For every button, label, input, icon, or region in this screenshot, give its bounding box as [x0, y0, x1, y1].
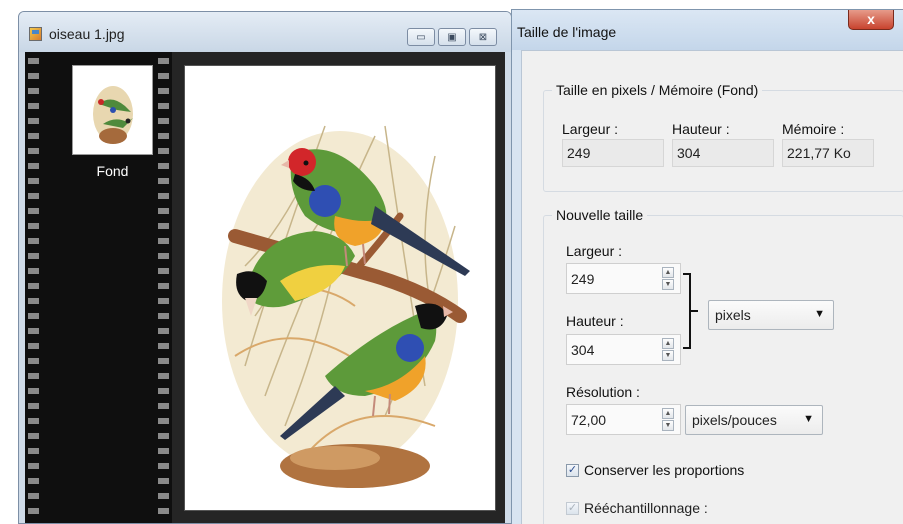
new-size-legend: Nouvelle taille — [552, 207, 648, 223]
current-width-value: 249 — [562, 139, 664, 167]
chevron-down-icon: ▼ — [803, 413, 814, 425]
keep-proportions-checkbox[interactable]: ✓ — [566, 464, 579, 477]
new-width-value: 249 — [571, 271, 595, 287]
resolution-up-arrow-icon[interactable]: ▲ — [662, 408, 674, 419]
image-window-titlebar[interactable]: oiseau 1.jpg ▭ ▣ ⊠ — [19, 12, 511, 52]
resolution-stepper[interactable]: 72,00 ▲ ▼ — [566, 404, 681, 435]
link-bracket — [683, 273, 698, 349]
current-size-group: Taille en pixels / Mémoire (Fond) Largeu… — [543, 82, 903, 192]
image-file-icon — [29, 27, 42, 41]
resolution-down-arrow-icon[interactable]: ▼ — [662, 420, 674, 431]
height-down-arrow-icon[interactable]: ▼ — [662, 350, 674, 361]
height-up-arrow-icon[interactable]: ▲ — [662, 338, 674, 349]
current-size-legend: Taille en pixels / Mémoire (Fond) — [552, 82, 763, 98]
gouldian-finches-illustration — [222, 125, 470, 488]
canvas-area[interactable] — [172, 52, 505, 523]
resolution-unit-value: pixels/pouces — [692, 412, 777, 428]
image-window-title: oiseau 1.jpg — [49, 26, 125, 42]
image-window-client: Fond — [25, 52, 505, 523]
keep-proportions-label[interactable]: Conserver les proportions — [584, 462, 744, 478]
dialog-client: Taille en pixels / Mémoire (Fond) Largeu… — [521, 50, 903, 524]
new-width-stepper[interactable]: 249 ▲ ▼ — [566, 263, 681, 294]
dialog-title: Taille de l'image — [517, 24, 617, 40]
image-canvas[interactable] — [184, 65, 496, 511]
close-window-button[interactable]: ⊠ — [469, 28, 497, 46]
size-unit-value: pixels — [715, 307, 751, 323]
image-window: oiseau 1.jpg ▭ ▣ ⊠ Fond — [18, 11, 512, 524]
width-up-arrow-icon[interactable]: ▲ — [662, 267, 674, 278]
layers-filmstrip: Fond — [25, 52, 172, 523]
new-height-label: Hauteur : — [566, 313, 624, 329]
layer-name-label: Fond — [96, 163, 129, 179]
layer-thumbnail[interactable] — [72, 65, 153, 155]
width-down-arrow-icon[interactable]: ▼ — [662, 279, 674, 290]
current-height-value: 304 — [672, 139, 774, 167]
resolution-value: 72,00 — [571, 412, 607, 428]
resolution-label: Résolution : — [566, 384, 640, 400]
new-height-stepper[interactable]: 304 ▲ ▼ — [566, 334, 681, 365]
current-width-label: Largeur : — [562, 121, 619, 137]
chevron-down-icon: ▼ — [814, 308, 825, 320]
current-memory-label: Mémoire : — [782, 121, 845, 137]
film-perforations-right — [158, 52, 169, 523]
resolution-unit-select[interactable]: pixels/pouces ▼ — [685, 405, 823, 435]
size-unit-select[interactable]: pixels ▼ — [708, 300, 834, 330]
dialog-titlebar[interactable]: Taille de l'image x — [512, 10, 903, 50]
new-height-value: 304 — [571, 342, 595, 358]
resample-checkbox[interactable]: ✓ — [566, 502, 579, 515]
new-width-label: Largeur : — [566, 243, 623, 259]
film-perforations-left — [28, 52, 39, 523]
current-memory-value: 221,77 Ko — [782, 139, 874, 167]
resample-label[interactable]: Rééchantillonnage : — [584, 500, 708, 516]
current-height-label: Hauteur : — [672, 121, 730, 137]
bird-thumbnail-icon — [93, 86, 133, 144]
dialog-close-button[interactable]: x — [848, 10, 894, 30]
maximize-button[interactable]: ▣ — [438, 28, 466, 46]
image-size-dialog: Taille de l'image x Taille en pixels / M… — [511, 9, 903, 524]
minimize-button[interactable]: ▭ — [407, 28, 435, 46]
